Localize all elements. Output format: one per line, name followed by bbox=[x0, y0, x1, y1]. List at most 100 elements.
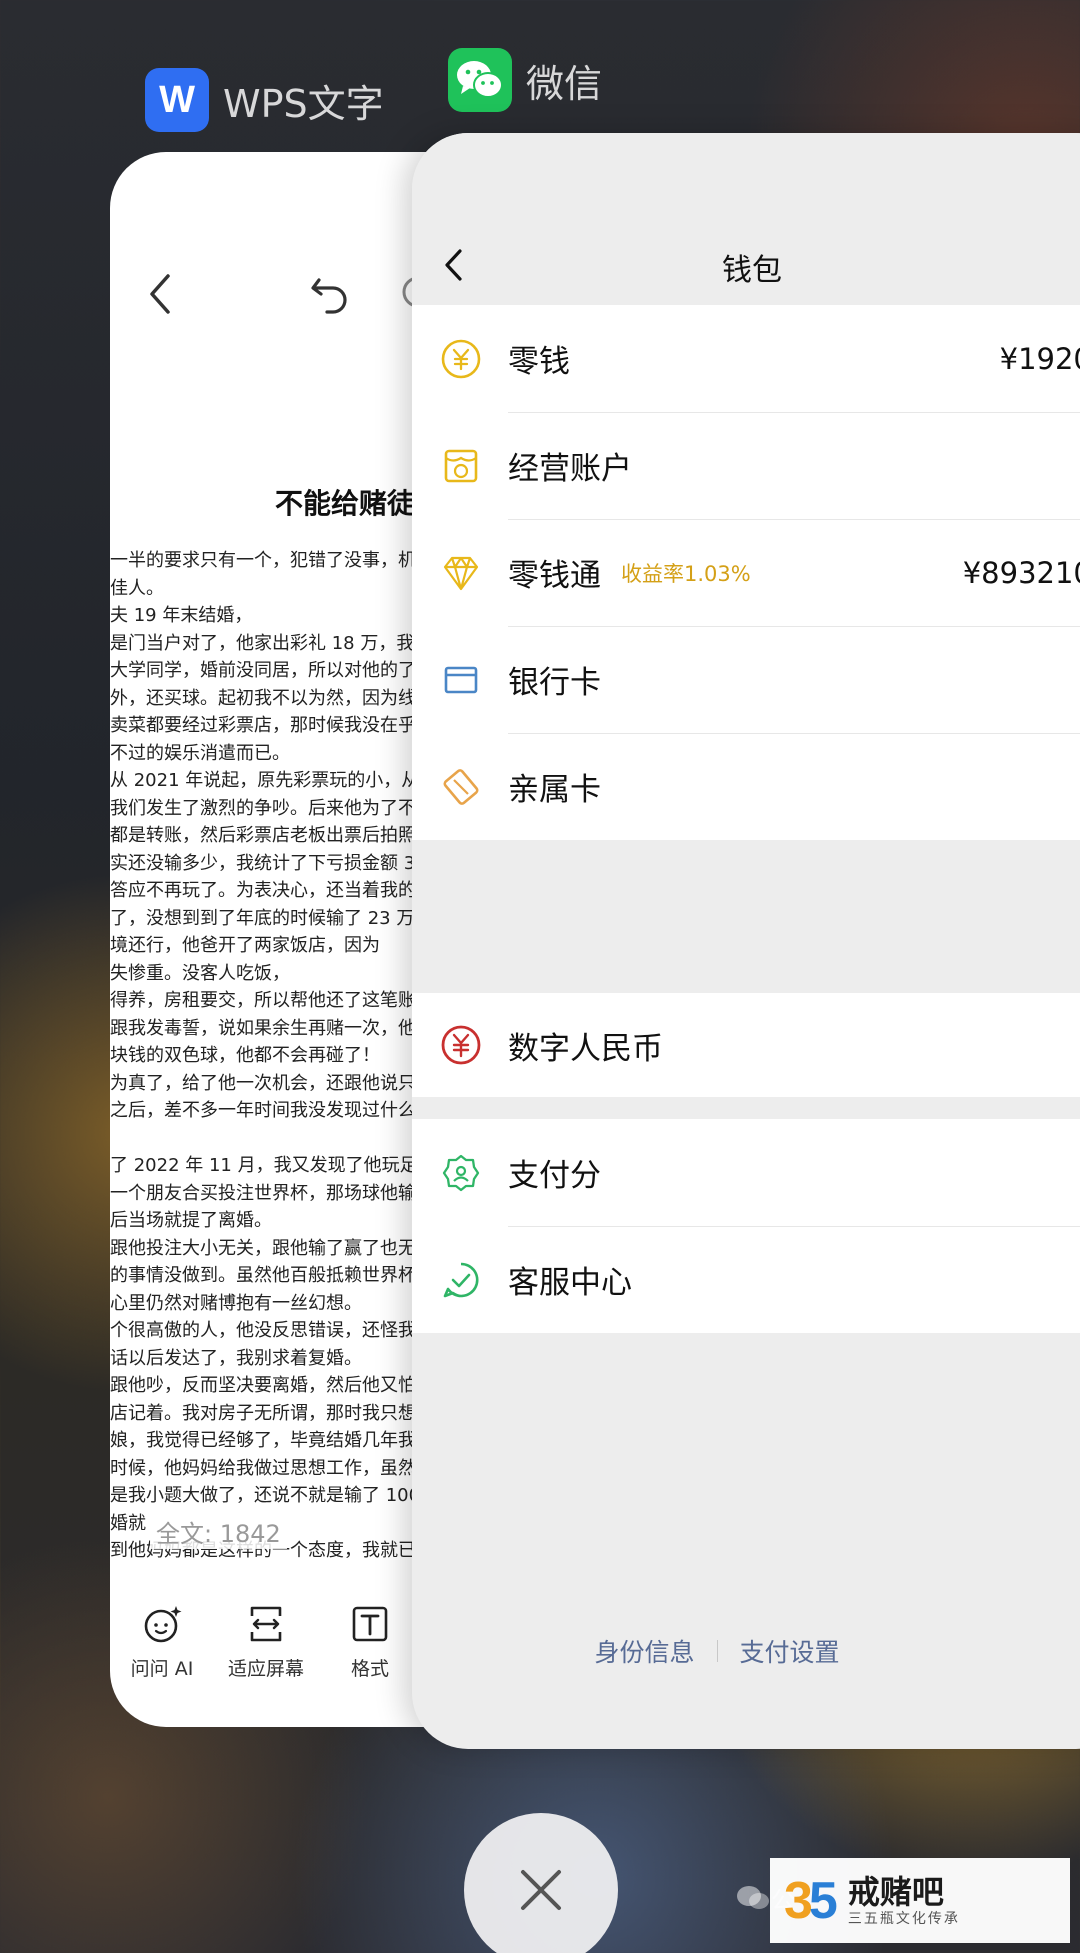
fit-screen-icon bbox=[250, 1606, 282, 1642]
doc-line: 佳人。 bbox=[110, 577, 164, 599]
wallet-row-label: 客服中心 bbox=[508, 1265, 632, 1301]
logo-digit-3: 3 bbox=[784, 1871, 813, 1930]
wps-icon-letter: W bbox=[159, 78, 195, 121]
doc-line: 娘，我觉得已经够了，毕竟结婚几年我 bbox=[110, 1430, 416, 1451]
wallet-title: 钱包 bbox=[722, 253, 782, 288]
format-button[interactable]: 格式 bbox=[318, 1602, 422, 1702]
family-card-icon bbox=[440, 766, 482, 808]
format-label: 格式 bbox=[350, 1658, 389, 1680]
doc-line: 跟我发毒誓，说如果余生再赌一次，他 bbox=[110, 1017, 416, 1039]
doc-line: 跟他投注大小无关，跟他输了赢了也无 bbox=[110, 1237, 416, 1259]
doc-line: 大学同学，婚前没同居，所以对他的了 bbox=[110, 660, 416, 681]
wps-app-header[interactable]: W WPS文字 bbox=[145, 68, 384, 132]
wallet-footer-links: 身份信息 支付设置 bbox=[412, 1633, 1080, 1669]
ai-assistant-icon bbox=[144, 1606, 182, 1643]
doc-line: 答应不再玩了。为表决心，还当着我的 bbox=[110, 880, 416, 901]
wallet-row-customer-service[interactable]: 客服中心 bbox=[412, 1226, 1080, 1333]
footer-divider bbox=[716, 1640, 718, 1662]
wallet-nav-bar: 钱包 账 bbox=[412, 133, 1080, 305]
close-icon bbox=[521, 1870, 561, 1910]
customer-service-icon bbox=[440, 1259, 482, 1301]
wechat-app-name: 微信 bbox=[526, 61, 603, 106]
doc-line: 心里仍然对赌博抱有一丝幻想。 bbox=[110, 1292, 362, 1314]
doc-line: 了 2022 年 11 月，我又发现了他玩足球 bbox=[110, 1155, 430, 1176]
wps-app-icon: W bbox=[145, 68, 209, 132]
close-all-button[interactable] bbox=[464, 1813, 618, 1953]
doc-line: 后当场就提了离婚。 bbox=[110, 1210, 272, 1231]
doc-line: 失惨重。没客人吃饭， bbox=[110, 962, 290, 984]
format-icon bbox=[352, 1606, 388, 1642]
lingqiantong-balance: ¥893210.67 bbox=[962, 555, 1080, 590]
wechat-app-card[interactable]: 钱包 账 零钱 ¥1920.49 经营账户 零钱通 收益率1.03% ¥8932… bbox=[412, 133, 1080, 1749]
wallet-row-digital-rmb[interactable]: 数字人民币 bbox=[412, 993, 1080, 1097]
fit-screen-button[interactable]: 适应屏幕 bbox=[214, 1602, 318, 1702]
wallet-row-label: 数字人民币 bbox=[508, 1030, 663, 1067]
wechat-app-icon bbox=[448, 48, 512, 112]
ask-ai-label: 问问 AI bbox=[130, 1658, 194, 1680]
wallet-group-primary: 零钱 ¥1920.49 经营账户 零钱通 收益率1.03% ¥893210.67… bbox=[412, 305, 1080, 840]
doc-line: 为真了，给了他一次机会，还跟他说只 bbox=[110, 1072, 416, 1094]
fit-screen-label: 适应屏幕 bbox=[227, 1658, 304, 1680]
wps-bottom-toolbar: 问问 AI 适应屏幕 格式 bbox=[110, 1602, 430, 1702]
doc-line: 得养，房租要交，所以帮他还了这笔账 bbox=[110, 990, 416, 1011]
brand-name: 戒赌吧 bbox=[847, 1872, 944, 1911]
doc-line: 我们发生了激烈的争吵。后来他为了不 bbox=[110, 797, 416, 819]
wallet-row-label: 零钱通 bbox=[508, 558, 601, 594]
wallet-row-label: 银行卡 bbox=[508, 665, 601, 701]
doc-line: 一个朋友合买投注世界杯，那场球他输 bbox=[110, 1182, 416, 1204]
wallet-group-services: 支付分 客服中心 bbox=[412, 1119, 1080, 1333]
doc-line: 都是转账，然后彩票店老板出票后拍照 bbox=[110, 825, 416, 846]
coin-icon bbox=[440, 338, 482, 380]
doc-line: 话以后发达了，我别求着复婚。 bbox=[110, 1347, 362, 1369]
doc-line: 块钱的双色球，他都不会再碰了！ bbox=[110, 1045, 380, 1066]
doc-line: 卖菜都要经过彩票店，那时候我没在乎 bbox=[110, 715, 416, 736]
ask-ai-button[interactable]: 问问 AI bbox=[110, 1602, 214, 1702]
doc-line: 是门当户对了，他家出彩礼 18 万，我 bbox=[110, 632, 415, 654]
doc-line: 夫 19 年末结婚， bbox=[110, 605, 253, 626]
wallet-row-change[interactable]: 零钱 ¥1920.49 bbox=[412, 305, 1080, 412]
doc-line: 跟他吵，反而坚决要离婚，然后他又怕 bbox=[110, 1375, 416, 1396]
doc-line: 不过的娱乐消遣而已。 bbox=[110, 742, 290, 764]
doc-line: 外，还买球。起初我不以为然，因为线 bbox=[110, 687, 416, 709]
wallet-row-lingqiantong[interactable]: 零钱通 收益率1.03% ¥893210.67 bbox=[412, 519, 1080, 626]
wechat-app-header[interactable]: 微信 bbox=[448, 48, 602, 112]
doc-line bbox=[110, 1125, 430, 1153]
doc-line: 一半的要求只有一个，犯错了没事，机 bbox=[110, 550, 416, 571]
doc-line: 之后，差不多一年时间我没发现过什么 bbox=[110, 1100, 416, 1121]
diamond-icon bbox=[440, 552, 482, 594]
undo-icon[interactable] bbox=[305, 268, 355, 318]
brand-subtitle: 三五瓶文化传承 bbox=[847, 1910, 960, 1927]
word-count: 全文: 1842 bbox=[150, 1514, 287, 1549]
pay-score-icon bbox=[440, 1152, 482, 1194]
wallet-group-digital: 数字人民币 bbox=[412, 993, 1080, 1097]
payment-settings-link[interactable]: 支付设置 bbox=[740, 1633, 840, 1669]
identity-info-link[interactable]: 身份信息 bbox=[594, 1633, 694, 1669]
wallet-row-label: 支付分 bbox=[508, 1158, 601, 1194]
wallet-row-family-card[interactable]: 亲属卡 bbox=[412, 733, 1080, 840]
brand-block: 戒赌吧 三五瓶文化传承 bbox=[848, 1874, 960, 1928]
doc-title: 不能给赌徒 bbox=[275, 487, 416, 520]
wallet-row-label: 零钱 bbox=[508, 344, 570, 380]
bank-card-icon bbox=[440, 659, 482, 701]
wps-app-name: WPS文字 bbox=[223, 81, 384, 126]
yield-rate-badge: 收益率1.03% bbox=[621, 561, 751, 586]
logo-number: 35 bbox=[784, 1871, 838, 1931]
business-account-icon bbox=[440, 445, 482, 487]
doc-line: 是我小题大做了，还说不就是输了 100 bbox=[110, 1485, 421, 1506]
channel-icon bbox=[737, 1885, 769, 1909]
wallet-row-label: 亲属卡 bbox=[508, 772, 601, 808]
doc-line: 实还没输多少，我统计了下亏损金额 3 bbox=[110, 852, 416, 874]
wallet-row-label: 经营账户 bbox=[508, 451, 632, 487]
doc-line: 了，没想到到了年底的时候输了 23 万 bbox=[110, 907, 415, 929]
doc-line: 从 2021 年说起，原先彩票玩的小，从 bbox=[110, 770, 420, 791]
back-icon[interactable] bbox=[142, 270, 178, 318]
change-balance: ¥1920.49 bbox=[999, 341, 1080, 376]
wallet-row-pay-score[interactable]: 支付分 bbox=[412, 1119, 1080, 1226]
doc-body[interactable]: 一半的要求只有一个，犯错了没事，机 佳人。夫 19 年末结婚， 是门当户对了，他家出… bbox=[110, 547, 430, 1565]
logo-digit-5: 5 bbox=[808, 1871, 838, 1930]
watermark-logo: 35 戒赌吧 三五瓶文化传承 bbox=[770, 1858, 1070, 1943]
wallet-row-business-account[interactable]: 经营账户 bbox=[412, 412, 1080, 519]
doc-line: 个很高傲的人，他没反思错误，还怪我 bbox=[110, 1320, 416, 1341]
doc-line: 境还行，他爸开了两家饭店，因为 bbox=[110, 935, 380, 956]
wallet-row-bank-card[interactable]: 银行卡 bbox=[412, 626, 1080, 733]
